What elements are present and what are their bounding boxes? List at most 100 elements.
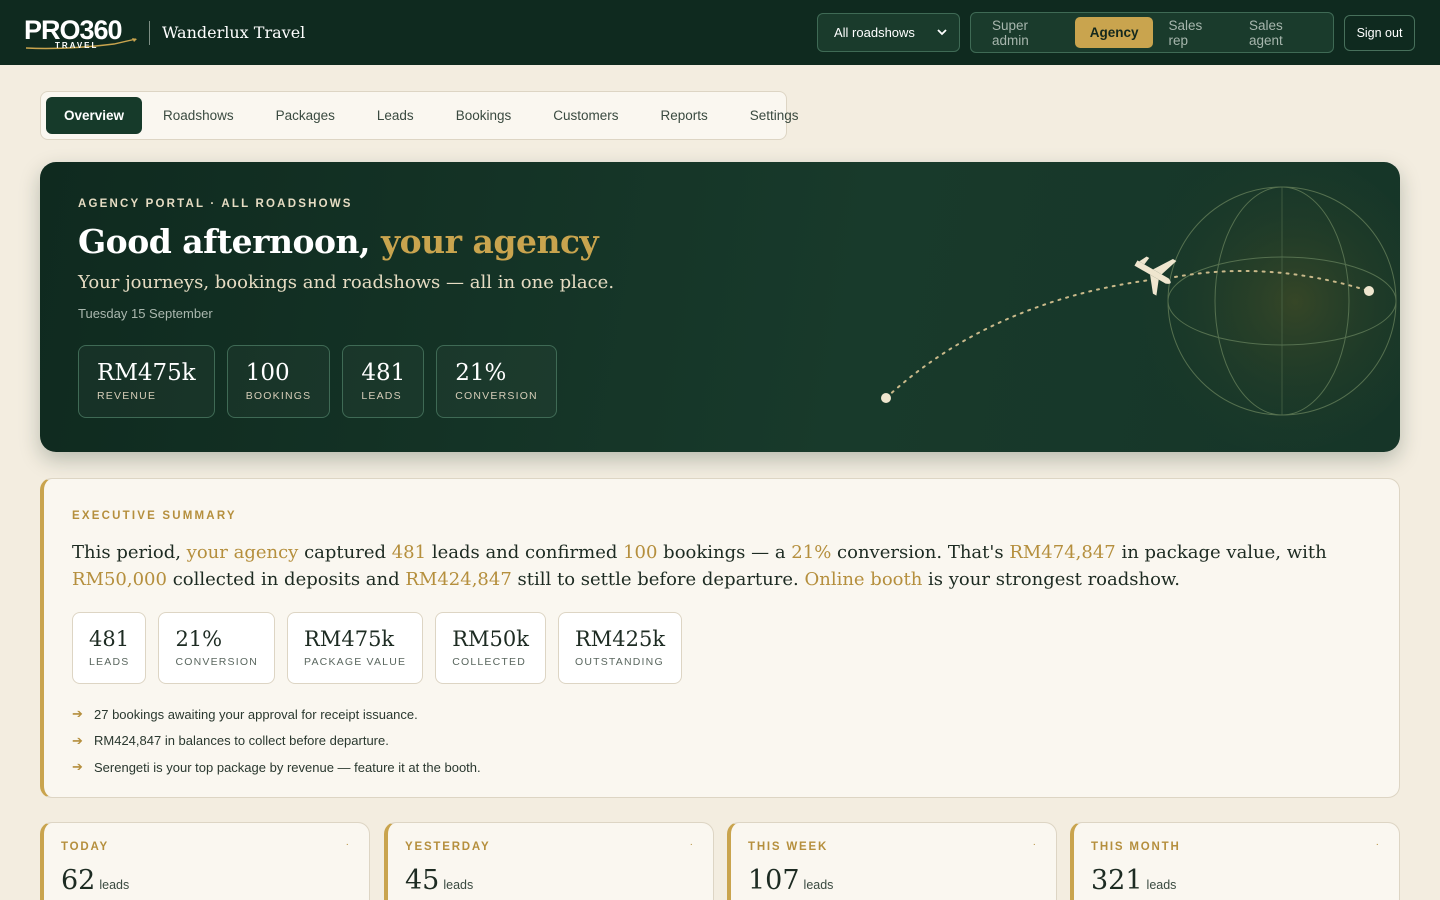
tab-bookings[interactable]: Bookings (435, 97, 533, 134)
summary-highlight: 21% (791, 542, 832, 563)
sign-out-button[interactable]: Sign out (1344, 15, 1415, 51)
period-unit: leads (803, 878, 834, 892)
hero-stat-value: RM475k (97, 360, 196, 386)
insight-text: RM424,847 in balances to collect before … (94, 733, 389, 749)
hero-stat-value: 21% (455, 360, 507, 386)
period-label: YESTERDAY (405, 841, 491, 853)
summary-highlight: 481 (391, 542, 427, 563)
summary-stat-leads: 481 LEADS (72, 612, 147, 684)
period-value: 107 leads (748, 865, 833, 896)
tab-roadshows[interactable]: Roadshows (142, 97, 255, 134)
logo-subtext: TRAVEL (55, 41, 99, 50)
hero-stat-label: BOOKINGS (245, 390, 312, 402)
summary-text: conversion. That's (831, 542, 1010, 563)
tab-settings[interactable]: Settings (729, 97, 820, 134)
role-super-admin[interactable]: Super admin (977, 17, 1075, 48)
period-count: 45 (405, 865, 440, 896)
role-switcher: Super admin Agency Sales rep Sales agent (970, 12, 1334, 53)
tab-customers[interactable]: Customers (532, 97, 639, 134)
summary-highlight: RM424,847 (405, 569, 512, 590)
brand-name: Wanderlux Travel (162, 23, 306, 42)
tab-overview[interactable]: Overview (46, 97, 143, 134)
summary-stat-value: 481 (89, 627, 130, 651)
summary-stats: 481 LEADS 21% CONVERSION RM475k PACKAGE … (72, 612, 683, 684)
summary-stat-label: CONVERSION (175, 656, 259, 668)
insight-item: ➔ RM424,847 in balances to collect before… (72, 728, 481, 755)
summary-stat-label: OUTSTANDING (574, 656, 664, 668)
role-agency[interactable]: Agency (1074, 17, 1154, 48)
period-card-today[interactable]: TODAY · 62 leads (40, 822, 370, 900)
period-label: TODAY (61, 841, 109, 853)
greeting-highlight: your agency (380, 222, 599, 261)
dot-icon: · (1375, 839, 1379, 850)
pro360-logo[interactable]: PRO360 TRAVEL (24, 14, 142, 52)
summary-stat-label: PACKAGE VALUE (304, 656, 407, 668)
summary-stat-value: RM50k (452, 627, 529, 651)
hero-date: Tuesday 15 September (78, 306, 213, 321)
hero-stat-leads: 481 LEADS (342, 345, 425, 418)
summary-text: This period, (72, 542, 187, 563)
summary-text: leads and confirmed (426, 542, 624, 563)
hero-stat-label: REVENUE (97, 390, 157, 402)
summary-text: bookings — a (657, 542, 792, 563)
period-card-this-week[interactable]: THIS WEEK · 107 leads (727, 822, 1057, 900)
dot-icon: · (689, 839, 693, 850)
summary-highlight: 100 (623, 542, 658, 563)
summary-stat-outstanding: RM425k OUTSTANDING (557, 612, 683, 684)
top-bar: PRO360 TRAVEL Wanderlux Travel All roads… (0, 0, 1440, 65)
tab-leads[interactable]: Leads (356, 97, 435, 134)
dot-icon: · (345, 839, 349, 850)
insight-text: Serengeti is your top package by revenue… (94, 759, 481, 775)
role-sales-agent[interactable]: Sales agent (1234, 17, 1327, 48)
greeting-text: Good afternoon, (78, 222, 370, 261)
hero-stat-conversion: 21% CONVERSION (436, 345, 557, 418)
insight-text: 27 bookings awaiting your approval for r… (94, 706, 418, 722)
summary-eyebrow: EXECUTIVE SUMMARY (72, 510, 237, 522)
roadshow-select[interactable]: All roadshows (817, 13, 960, 52)
summary-highlight: Online booth (804, 569, 923, 590)
period-label: THIS MONTH (1091, 841, 1181, 853)
summary-text: captured (298, 542, 392, 563)
summary-stat-value: RM475k (304, 627, 395, 651)
summary-stat-conversion: 21% CONVERSION (158, 612, 276, 684)
summary-stat-label: COLLECTED (452, 656, 527, 668)
summary-text: collected in deposits and (166, 569, 406, 590)
period-count: 321 (1091, 865, 1143, 896)
main-nav-tabs: Overview Roadshows Packages Leads Bookin… (40, 91, 799, 140)
arrow-right-icon: ➔ (72, 706, 83, 722)
arrow-right-icon: ➔ (72, 732, 83, 748)
summary-stat-value: RM425k (574, 627, 666, 651)
hero-stat-label: CONVERSION (455, 390, 538, 402)
executive-summary: EXECUTIVE SUMMARY This period, your agen… (40, 478, 1400, 798)
hero-stat-value: 481 (361, 360, 406, 386)
period-value: 321 leads (1091, 865, 1176, 896)
period-card-yesterday[interactable]: YESTERDAY · 45 leads (384, 822, 714, 900)
tab-packages[interactable]: Packages (255, 97, 356, 134)
summary-insights: ➔ 27 bookings awaiting your approval for … (72, 701, 481, 781)
role-sales-rep[interactable]: Sales rep (1153, 17, 1233, 48)
summary-stat-collected: RM50k COLLECTED (435, 612, 546, 684)
period-count: 62 (61, 865, 96, 896)
summary-text: is your strongest roadshow. (922, 569, 1180, 590)
hero-greeting: Good afternoon, your agency (78, 222, 599, 261)
period-card-this-month[interactable]: THIS MONTH · 321 leads (1070, 822, 1400, 900)
chevron-down-icon (937, 29, 947, 36)
tab-reports[interactable]: Reports (640, 97, 729, 134)
dot-icon: · (1032, 839, 1036, 850)
summary-highlight: RM474,847 (1009, 542, 1116, 563)
period-value: 45 leads (405, 865, 473, 896)
brand-divider (149, 21, 150, 45)
period-count: 107 (748, 865, 800, 896)
hero-stat-bookings: 100 BOOKINGS (226, 345, 331, 418)
summary-highlight: RM50,000 (72, 569, 167, 590)
insight-item: ➔ Serengeti is your top package by revenu… (72, 754, 481, 781)
hero-stats: RM475k REVENUE 100 BOOKINGS 481 LEADS 21… (78, 345, 557, 418)
hero-stat-revenue: RM475k REVENUE (78, 345, 215, 418)
insight-item: ➔ 27 bookings awaiting your approval for … (72, 701, 481, 728)
summary-text: in package value, with (1115, 542, 1327, 563)
hero-banner: AGENCY PORTAL · ALL ROADSHOWS Good after… (40, 162, 1400, 452)
roadshow-select-value: All roadshows (834, 25, 915, 40)
summary-stat-label: LEADS (89, 656, 130, 668)
flight-path-icon (881, 256, 1374, 403)
period-value: 62 leads (61, 865, 129, 896)
